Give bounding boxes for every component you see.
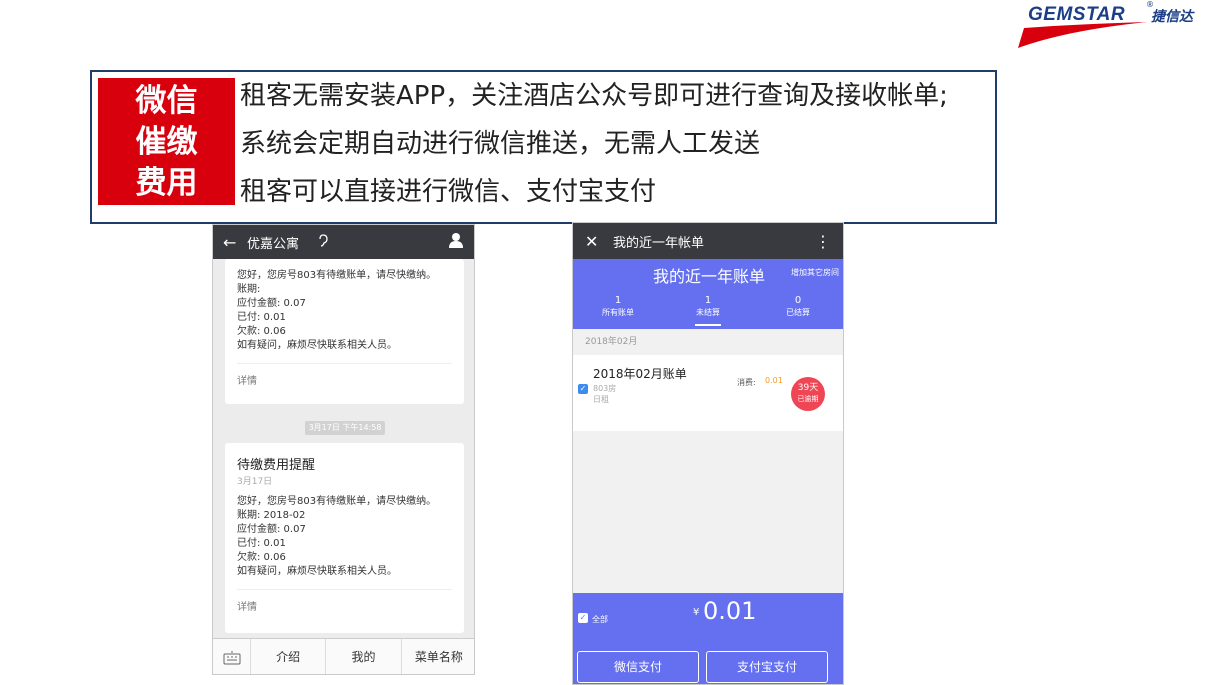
feature-badge: 微信 催缴 费用 bbox=[98, 78, 235, 205]
stat-count: 1 bbox=[614, 295, 622, 306]
overdue-days: 39天 bbox=[797, 383, 819, 393]
bill-month-header: 2018年02月 bbox=[585, 337, 638, 347]
fee-label: 消费: bbox=[737, 378, 756, 387]
chat-top-bar: ← 优嘉公寓 bbox=[213, 225, 474, 259]
alipay-button[interactable]: 支付宝支付 bbox=[706, 651, 828, 683]
overdue-badge: 39天 已逾期 bbox=[791, 377, 825, 411]
bill-checkbox[interactable]: ✓ bbox=[578, 384, 588, 394]
payment-footer: ✓ 全部 ¥ 0.01 微信支付 支付宝支付 bbox=[573, 593, 843, 684]
wechat-pay-button[interactable]: 微信支付 bbox=[577, 651, 699, 683]
card-line: 欠款: 0.06 bbox=[237, 552, 286, 563]
card-line: 已付: 0.01 bbox=[237, 312, 286, 323]
bill-room-number: 803房 bbox=[593, 384, 617, 393]
card-line: 您好，您房号803有待缴账单，请尽快缴纳。 bbox=[237, 270, 437, 281]
back-arrow-icon[interactable]: ← bbox=[223, 233, 247, 252]
keyboard-toggle[interactable] bbox=[213, 639, 251, 674]
stat-count: 1 bbox=[704, 295, 712, 306]
feature-line-1: 租客无需安装APP，关注酒店公众号即可进行查询及接收帐单; bbox=[240, 81, 948, 111]
profile-icon[interactable] bbox=[448, 232, 464, 252]
bill-item[interactable]: 2018年02月账单 ✓ 803房 日租 消费: 0.01 39天 已逾期 bbox=[573, 355, 843, 431]
stat-all-bills[interactable]: 1 所有账单 bbox=[573, 295, 663, 319]
stat-count: 0 bbox=[794, 295, 802, 306]
gemstar-logo: GEMSTAR ® 捷信达 bbox=[1018, 0, 1218, 50]
feature-line-2: 系统会定期自动进行微信推送，无需人工发送 bbox=[240, 129, 761, 159]
card-line: 如有疑问，麻烦尽快联系相关人员。 bbox=[237, 340, 397, 351]
logo-brand-cn: 捷信达 bbox=[1151, 9, 1193, 25]
stat-unsettled[interactable]: 1 未结算 bbox=[663, 295, 753, 319]
bill-rent-type: 日租 bbox=[593, 395, 609, 404]
badge-line: 费用 bbox=[135, 165, 198, 201]
bill-nav-title: 我的近一年帐单 bbox=[613, 235, 705, 251]
card-detail-link[interactable]: 详情 bbox=[237, 363, 452, 400]
card-line: 如有疑问，麻烦尽快联系相关人员。 bbox=[237, 566, 397, 577]
bill-list-screen: ✕ 我的近一年帐单 ⋮ 我的近一年账单 增加其它房间 1 所有账单 1 未结算 … bbox=[572, 222, 844, 685]
close-icon[interactable]: ✕ bbox=[585, 232, 613, 251]
feature-line-3: 租客可以直接进行微信、支付宝支付 bbox=[240, 177, 657, 207]
bill-reminder-card[interactable]: 待缴费用提醒 3月17日 您好，您房号803有待缴账单，请尽快缴纳。 账期: 2… bbox=[225, 443, 464, 633]
menu-item-mine[interactable]: 我的 bbox=[326, 639, 402, 674]
chat-menu-bar: 介绍 我的 菜单名称 bbox=[213, 638, 474, 674]
card-title: 待缴费用提醒 bbox=[237, 458, 316, 473]
stat-label: 已结算 bbox=[786, 308, 810, 317]
stat-label: 所有账单 bbox=[602, 308, 634, 317]
card-line: 应付金额: 0.07 bbox=[237, 298, 306, 309]
currency-symbol: ¥ bbox=[693, 607, 700, 618]
stat-settled[interactable]: 0 已结算 bbox=[753, 295, 843, 319]
menu-item-menu-name[interactable]: 菜单名称 bbox=[402, 639, 474, 674]
active-tab-underline bbox=[695, 324, 721, 326]
card-date: 3月17日 bbox=[237, 477, 273, 487]
card-detail-link[interactable]: 详情 bbox=[237, 589, 452, 626]
bill-room: 803房 日租 bbox=[593, 383, 616, 405]
keyboard-icon bbox=[223, 650, 240, 664]
card-line: 应付金额: 0.07 bbox=[237, 524, 306, 535]
card-line: 账期: bbox=[237, 284, 261, 295]
message-timestamp: 3月17日 下午14:58 bbox=[305, 421, 385, 435]
more-icon[interactable]: ⋮ bbox=[815, 232, 831, 251]
overdue-status: 已逾期 bbox=[797, 395, 819, 403]
ear-icon[interactable] bbox=[317, 234, 329, 252]
card-line: 账期: 2018-02 bbox=[237, 510, 306, 521]
bill-top-bar: ✕ 我的近一年帐单 ⋮ bbox=[573, 223, 843, 259]
card-line: 您好，您房号803有待缴账单，请尽快缴纳。 bbox=[237, 496, 437, 507]
bill-title: 2018年02月账单 bbox=[593, 367, 687, 381]
select-all-label: 全部 bbox=[592, 615, 608, 624]
slide: GEMSTAR ® 捷信达 微信 催缴 费用 租客无需安装APP，关注酒店公众号… bbox=[0, 0, 1225, 685]
add-room-link[interactable]: 增加其它房间 bbox=[791, 267, 839, 278]
badge-line: 微信 bbox=[135, 83, 198, 119]
bill-reminder-card[interactable]: 您好，您房号803有待缴账单，请尽快缴纳。 账期: 应付金额: 0.07 已付:… bbox=[225, 259, 464, 404]
card-line: 欠款: 0.06 bbox=[237, 326, 286, 337]
select-all-checkbox[interactable]: ✓ bbox=[578, 613, 588, 623]
fee-amount: 0.01 bbox=[765, 376, 783, 385]
logo-brand: GEMSTAR bbox=[1028, 4, 1126, 25]
total-amount: 0.01 bbox=[703, 597, 757, 625]
feature-box: 微信 催缴 费用 租客无需安装APP，关注酒店公众号即可进行查询及接收帐单; 系… bbox=[90, 70, 997, 224]
card-line: 已付: 0.01 bbox=[237, 538, 286, 549]
chat-title: 优嘉公寓 bbox=[247, 236, 300, 252]
stat-label: 未结算 bbox=[696, 308, 720, 317]
wechat-chat-screen: ← 优嘉公寓 您好，您房号803有待缴账单，请尽快缴纳。 账期: 应付金额: 0… bbox=[212, 224, 475, 675]
menu-item-intro[interactable]: 介绍 bbox=[251, 639, 327, 674]
badge-line: 催缴 bbox=[135, 124, 198, 160]
bill-summary-header: 我的近一年账单 增加其它房间 1 所有账单 1 未结算 0 已结算 bbox=[573, 259, 843, 329]
